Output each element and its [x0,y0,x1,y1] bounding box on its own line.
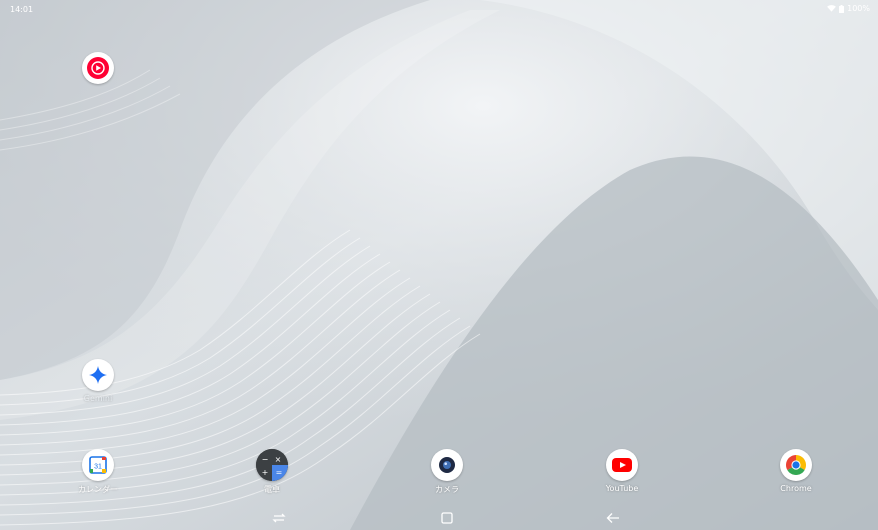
calendar-icon: 31 [82,449,114,481]
gemini-label: Gemini [83,394,113,403]
camera-icon [431,449,463,481]
svg-text:+: + [262,468,269,477]
home-screen: 14:01 100% Gemini 31 カレンダー − × + = 電卓 カメ… [0,0,878,530]
status-time: 14:01 [10,5,34,14]
status-bar: 14:01 100% [0,0,878,20]
app-calendar[interactable]: 31 カレンダー [63,449,133,495]
svg-text:=: = [276,468,283,477]
calendar-label: カレンダー [78,485,118,494]
calendar-icon-text: 31 [94,463,102,470]
youtube-music-icon [82,52,114,84]
calculator-label: 電卓 [264,485,280,494]
recents-button[interactable] [270,509,288,527]
gemini-sparkle-icon [82,359,114,391]
app-calculator[interactable]: − × + = 電卓 [237,449,307,495]
camera-label: カメラ [435,485,459,494]
app-youtube-music[interactable] [63,52,133,87]
app-chrome[interactable]: Chrome [761,449,831,493]
navigation-bar [0,506,878,530]
chrome-icon [780,449,812,481]
home-button[interactable] [438,509,456,527]
home-square-icon [441,512,453,524]
recents-icon [272,513,286,523]
app-youtube[interactable]: YouTube [587,449,657,493]
calculator-icon: − × + = [256,449,288,481]
status-icons: 100% [827,4,870,13]
app-camera[interactable]: カメラ [412,449,482,495]
wifi-icon [827,5,836,12]
youtube-label: YouTube [605,484,639,493]
svg-text:×: × [275,455,282,464]
battery-icon [839,4,845,13]
battery-percent: 100% [847,4,870,13]
back-arrow-icon [606,513,619,523]
chrome-label: Chrome [780,484,812,493]
back-button[interactable] [604,509,622,527]
app-gemini[interactable]: Gemini [63,359,133,403]
svg-text:−: − [262,455,269,464]
youtube-icon [606,449,638,481]
